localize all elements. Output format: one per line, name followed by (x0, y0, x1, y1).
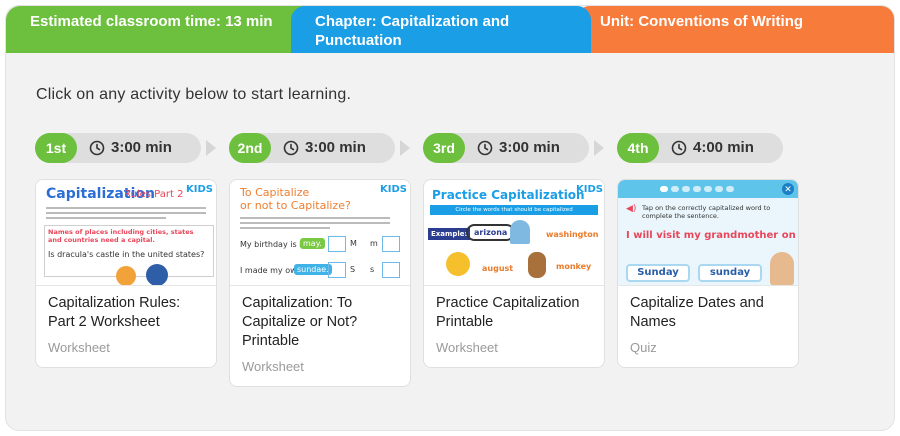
thumb-letter: S (350, 265, 356, 274)
activity-card-2[interactable]: To Capitalize or not to Capitalize? KIDS… (229, 179, 411, 387)
card-type: Worksheet (48, 340, 110, 355)
worksheet-thumbnail: Practice Capitalization KIDS Circle the … (424, 180, 604, 286)
close-icon: ✕ (782, 183, 794, 195)
thumb-heading: To Capitalize (240, 186, 310, 199)
thumb-word: monkey (556, 262, 592, 271)
thumb-row2: I made my own (240, 266, 302, 275)
clock-icon (671, 140, 687, 156)
thumb-sentence: Is dracula's castle in the united states… (48, 250, 205, 259)
thumb-rule: Names of places including cities, states… (48, 228, 194, 244)
worksheet-thumbnail: To Capitalize or not to Capitalize? KIDS… (230, 180, 410, 286)
chevron-right-icon (206, 140, 216, 156)
thumb-row1: My birthday is in (240, 240, 307, 249)
quiz-progress-dots (660, 186, 760, 192)
card-title: Practice Capitalization Printable (436, 295, 580, 330)
step-duration: 4:00 min (693, 139, 754, 156)
kids-logo: KIDS (186, 184, 213, 195)
chevron-right-icon (594, 140, 604, 156)
thumb-word: arizona (466, 224, 516, 241)
thumb-subheading: Circle the words that should be capitali… (430, 205, 598, 215)
step-1-pill: 1st 3:00 min (35, 133, 201, 163)
thumb-row2-word: sundae. (294, 264, 332, 275)
quiz-sentence: I will visit my grandmother on ______. (626, 230, 798, 241)
classroom-time-tab: Estimated classroom time: 13 min (6, 6, 306, 53)
chapter-tab[interactable]: Chapter: Capitalization and Punctuation (291, 6, 591, 53)
lesson-header: Estimated classroom time: 13 min Unit: C… (6, 6, 894, 53)
card-title: Capitalize Dates and Names (630, 295, 764, 330)
thumb-subheading: Rules Part 2 (124, 189, 184, 200)
activity-card-3[interactable]: Practice Capitalization KIDS Circle the … (423, 179, 605, 368)
thumb-heading: Practice Capitalization (432, 188, 585, 202)
speaker-icon: ◀) (626, 204, 637, 214)
clock-icon (283, 140, 299, 156)
activity-card-1[interactable]: Capitalization Rules Part 2 KIDS Names o… (35, 179, 217, 368)
step-duration: 3:00 min (305, 139, 366, 156)
thumb-word: washington (546, 230, 599, 239)
pumpkin-illustration (116, 266, 136, 285)
card-type: Worksheet (436, 340, 498, 355)
step-ordinal: 1st (35, 133, 77, 163)
kids-logo: KIDS (380, 184, 407, 195)
card-title: Capitalization: To Capitalize or Not? Pr… (242, 295, 358, 349)
clock-icon (477, 140, 493, 156)
card-type: Quiz (630, 340, 657, 355)
capitol-illustration (510, 220, 530, 244)
thumb-row1-word: may. (300, 238, 325, 249)
step-duration: 3:00 min (499, 139, 560, 156)
clock-icon (89, 140, 105, 156)
card-title: Capitalization Rules: Part 2 Worksheet (48, 295, 181, 330)
step-4-pill: 4th 4:00 min (617, 133, 783, 163)
sun-illustration (446, 252, 470, 276)
step-duration: 3:00 min (111, 139, 172, 156)
monkey-illustration (528, 252, 546, 278)
thumb-heading-2: or not to Capitalize? (240, 199, 351, 212)
intro-text: Click on any activity below to start lea… (36, 86, 352, 103)
step-ordinal: 2nd (229, 133, 271, 163)
globe-illustration (146, 264, 168, 285)
quiz-thumbnail: ✕ ◀) Tap on the correctly capitalized wo… (618, 180, 798, 286)
chevron-right-icon (400, 140, 410, 156)
thumb-letter: m (370, 239, 378, 248)
step-ordinal: 3rd (423, 133, 465, 163)
unit-tab[interactable]: Unit: Conventions of Writing (576, 6, 894, 53)
thumb-letter: M (350, 239, 357, 248)
card-type: Worksheet (242, 359, 304, 374)
quiz-instruction: Tap on the correctly capitalized word to… (642, 204, 771, 220)
step-ordinal: 4th (617, 133, 659, 163)
grandmother-illustration (770, 252, 794, 285)
worksheet-thumbnail: Capitalization Rules Part 2 KIDS Names o… (36, 180, 216, 286)
lesson-panel: Estimated classroom time: 13 min Unit: C… (5, 5, 895, 431)
kids-logo: KIDS (576, 184, 603, 195)
step-3-pill: 3rd 3:00 min (423, 133, 589, 163)
thumb-example: Example: (428, 228, 471, 240)
activity-card-4[interactable]: ✕ ◀) Tap on the correctly capitalized wo… (617, 179, 799, 368)
quiz-option: Sunday (626, 264, 690, 282)
step-2-pill: 2nd 3:00 min (229, 133, 395, 163)
thumb-letter: s (370, 265, 375, 274)
quiz-option: sunday (698, 264, 762, 282)
thumb-word: august (482, 264, 514, 273)
